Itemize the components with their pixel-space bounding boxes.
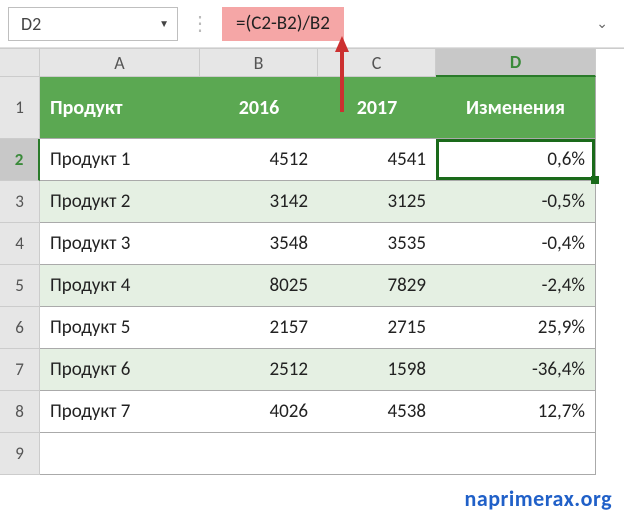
row-head-7[interactable]: 7 [0, 349, 40, 391]
cell-b6[interactable]: 2157 [200, 307, 318, 349]
cell-c2[interactable]: 4541 [318, 139, 436, 181]
cell-c3[interactable]: 3125 [318, 181, 436, 223]
name-box[interactable]: D2 ▼ [8, 7, 178, 41]
row-head-4[interactable]: 4 [0, 223, 40, 265]
cell-c4[interactable]: 3535 [318, 223, 436, 265]
cell-a8[interactable]: Продукт 7 [40, 391, 200, 433]
header-product[interactable]: Продукт [40, 77, 200, 139]
cell-d6[interactable]: 25,9% [436, 307, 596, 349]
cell-c5[interactable]: 7829 [318, 265, 436, 307]
col-head-b[interactable]: B [200, 49, 318, 77]
cell-a4[interactable]: Продукт 3 [40, 223, 200, 265]
cell-b8[interactable]: 4026 [200, 391, 318, 433]
cell-b5[interactable]: 8025 [200, 265, 318, 307]
row-head-5[interactable]: 5 [0, 265, 40, 307]
cell-b3[interactable]: 3142 [200, 181, 318, 223]
cell-a6[interactable]: Продукт 5 [40, 307, 200, 349]
header-2017[interactable]: 2017 [318, 77, 436, 139]
chevron-down-icon[interactable]: ▼ [159, 17, 169, 30]
cell-a7[interactable]: Продукт 6 [40, 349, 200, 391]
spreadsheet-grid[interactable]: A B C D 1 Продукт 2016 2017 Изменения 2 … [0, 48, 624, 475]
cell-d7[interactable]: -36,4% [436, 349, 596, 391]
cell-c7[interactable]: 1598 [318, 349, 436, 391]
cell-d4[interactable]: -0,4% [436, 223, 596, 265]
row-head-2[interactable]: 2 [0, 139, 40, 181]
cell-b9[interactable] [200, 433, 318, 475]
cell-a9[interactable] [40, 433, 200, 475]
separator-icon: ⋮ [188, 11, 212, 36]
formula-area[interactable]: =(C2-B2)/B2 [222, 7, 586, 41]
cell-b7[interactable]: 2512 [200, 349, 318, 391]
cell-a2[interactable]: Продукт 1 [40, 139, 200, 181]
row-head-1[interactable]: 1 [0, 77, 40, 139]
cell-d9[interactable] [436, 433, 596, 475]
name-box-value: D2 [21, 13, 41, 35]
header-2016[interactable]: 2016 [200, 77, 318, 139]
cell-a3[interactable]: Продукт 2 [40, 181, 200, 223]
cell-d2[interactable]: 0,6% [436, 139, 596, 181]
col-head-a[interactable]: A [40, 49, 200, 77]
cell-c9[interactable] [318, 433, 436, 475]
annotation-arrow-line [340, 52, 344, 112]
row-head-3[interactable]: 3 [0, 181, 40, 223]
watermark: naprimerax.org [465, 485, 612, 512]
cell-d5[interactable]: -2,4% [436, 265, 596, 307]
row-head-8[interactable]: 8 [0, 391, 40, 433]
cell-b4[interactable]: 3548 [200, 223, 318, 265]
col-head-c[interactable]: C [318, 49, 436, 77]
cell-c8[interactable]: 4538 [318, 391, 436, 433]
cell-d3[interactable]: -0,5% [436, 181, 596, 223]
row-head-9[interactable]: 9 [0, 433, 40, 475]
expand-formula-icon[interactable]: ⌄ [596, 15, 616, 32]
cell-d8[interactable]: 12,7% [436, 391, 596, 433]
cell-a5[interactable]: Продукт 4 [40, 265, 200, 307]
row-head-6[interactable]: 6 [0, 307, 40, 349]
formula-bar: D2 ▼ ⋮ =(C2-B2)/B2 ⌄ [0, 0, 624, 48]
header-change[interactable]: Изменения [436, 77, 596, 139]
select-all-corner[interactable] [0, 49, 40, 77]
annotation-arrow-icon [335, 36, 349, 52]
formula-input[interactable]: =(C2-B2)/B2 [222, 7, 344, 41]
cell-b2[interactable]: 4512 [200, 139, 318, 181]
col-head-d[interactable]: D [436, 49, 596, 77]
cell-c6[interactable]: 2715 [318, 307, 436, 349]
